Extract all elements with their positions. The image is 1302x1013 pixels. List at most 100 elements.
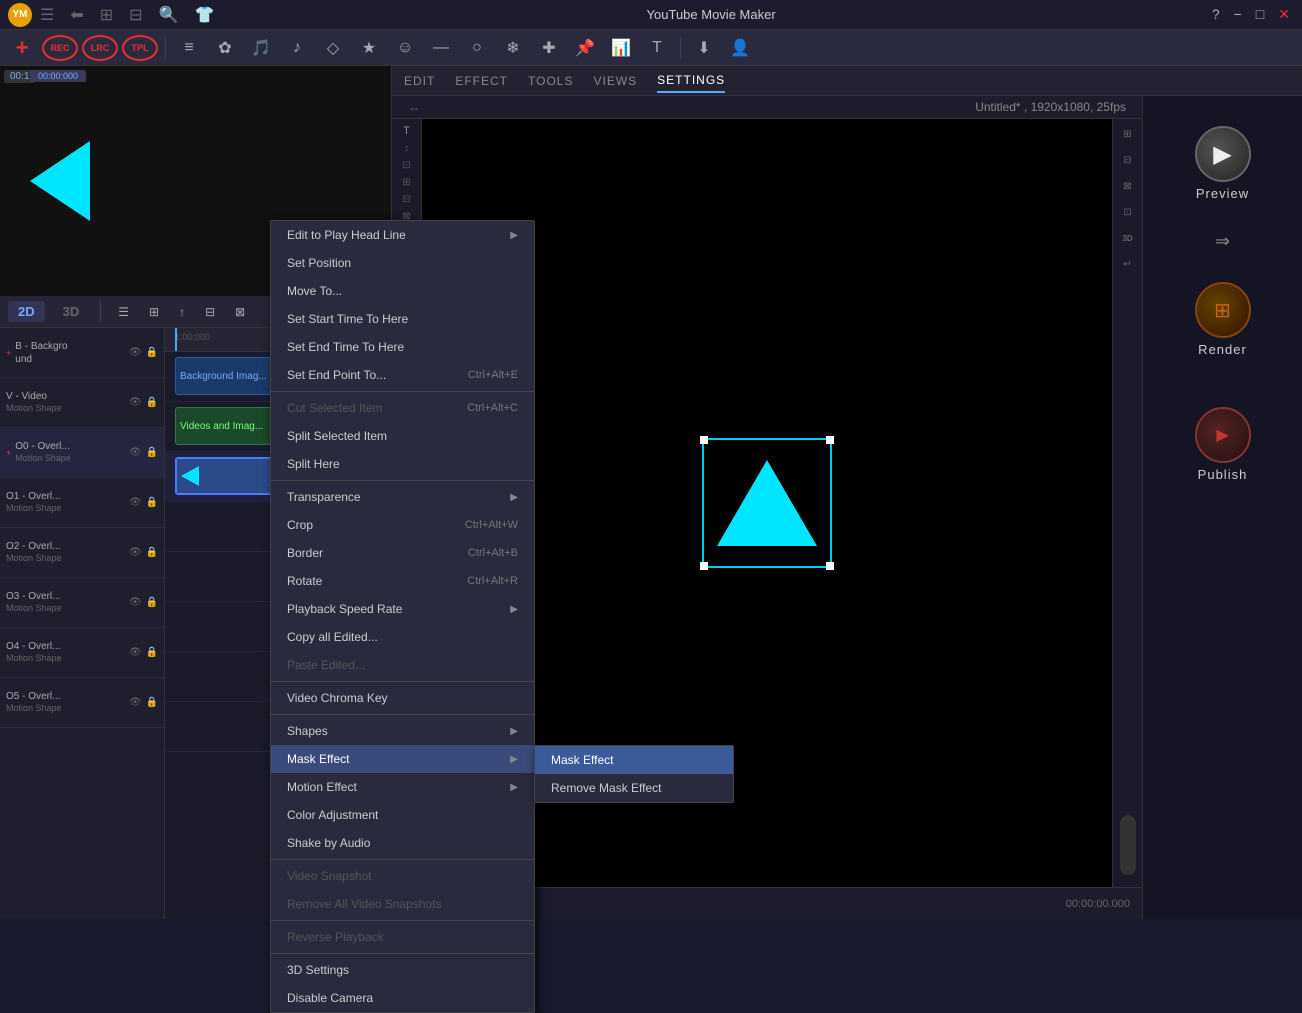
edge-grid-3[interactable]: ⊠ [1117, 175, 1139, 197]
lrc-button[interactable]: LRC [82, 35, 118, 61]
timeline-list-btn[interactable]: ☰ [112, 303, 135, 321]
maximize-btn[interactable]: □ [1252, 6, 1268, 23]
star-button[interactable]: ★ [353, 33, 385, 63]
ctx-split-selected[interactable]: Split Selected Item [271, 422, 534, 450]
circle-button[interactable]: ○ [461, 33, 493, 63]
flower-button[interactable]: ✿ [209, 33, 241, 63]
ctx-playback-speed[interactable]: Playback Speed Rate ▶ [271, 595, 534, 623]
add-track-icon[interactable]: + [6, 348, 11, 358]
eye-icon-bg[interactable]: 👁 [129, 347, 142, 358]
preview-button[interactable]: ▶ PREVIEW [1195, 126, 1251, 201]
mode-2d-btn[interactable]: 2D [8, 301, 45, 322]
arrow-right-btn[interactable]: ⇒ [1215, 231, 1230, 252]
close-btn[interactable]: ✕ [1274, 6, 1294, 23]
tool-crop[interactable]: ⊞ [402, 177, 410, 188]
edge-3d[interactable]: 3D [1117, 227, 1139, 249]
tab-views[interactable]: VIEWS [593, 70, 637, 92]
ctx-set-end[interactable]: Set End Time To Here [271, 333, 534, 361]
eye-icon-o5[interactable]: 👁 [129, 697, 142, 708]
eye-icon-v[interactable]: 👁 [129, 397, 142, 408]
ctx-set-start[interactable]: Set Start Time To Here [271, 305, 534, 333]
ctx-mask-effect[interactable]: Mask Effect ▶ Mask Effect Remove Mask Ef… [271, 745, 534, 773]
tab-tools[interactable]: TOOLS [528, 70, 573, 92]
download-button[interactable]: ⬇ [688, 33, 720, 63]
playhead[interactable] [175, 328, 177, 351]
rec-button[interactable]: REC [42, 35, 78, 61]
tab-edit[interactable]: EDIT [404, 70, 435, 92]
note-button[interactable]: ♪ [281, 33, 313, 63]
ctx-edit-to-play[interactable]: Edit to Play Head Line ▶ [271, 221, 534, 249]
eye-icon-o1[interactable]: 👁 [129, 497, 142, 508]
smiley-button[interactable]: ☺ [389, 33, 421, 63]
clip-o0[interactable] [175, 457, 275, 495]
publish-button[interactable]: ▶ PUBLISH [1195, 407, 1251, 482]
grid-icon[interactable]: ⊞ [100, 5, 113, 25]
lock-icon-o4[interactable]: 🔒 [146, 647, 158, 658]
timeline-collapse-btn[interactable]: ⊠ [229, 303, 251, 321]
add-o0-icon[interactable]: + [6, 448, 11, 458]
ctx-rotate[interactable]: Rotate Ctrl+Alt+R [271, 567, 534, 595]
tool-scale[interactable]: ⊟ [402, 194, 410, 205]
ctx-shake-audio[interactable]: Shake by Audio [271, 829, 534, 857]
ctx-crop[interactable]: Crop Ctrl+Alt+W [271, 511, 534, 539]
minimize-btn[interactable]: − [1230, 6, 1246, 23]
lock-icon-o5[interactable]: 🔒 [146, 697, 158, 708]
selected-shape-box[interactable] [702, 438, 832, 568]
eye-icon-o2[interactable]: 👁 [129, 547, 142, 558]
ctx-move-to[interactable]: Move To... [271, 277, 534, 305]
ctx-shapes[interactable]: Shapes ▶ [271, 717, 534, 745]
tool-arrow[interactable]: ↕ [404, 143, 409, 154]
add-button[interactable]: + [6, 33, 38, 63]
handle-bl[interactable] [700, 562, 708, 570]
timeline-up-btn[interactable]: ↑ [173, 303, 191, 321]
edge-grid-2[interactable]: ⊟ [1117, 149, 1139, 171]
person-button[interactable]: 👤 [724, 33, 756, 63]
ctx-split-here[interactable]: Split Here [271, 450, 534, 478]
lock-icon-bg[interactable]: 🔒 [146, 347, 158, 358]
edge-return[interactable]: ↵ [1117, 253, 1139, 275]
ctx-copy-all[interactable]: Copy all Edited... [271, 623, 534, 651]
edge-grid-1[interactable]: ⊞ [1117, 123, 1139, 145]
handle-tr[interactable] [826, 436, 834, 444]
tpl-button[interactable]: TPL [122, 35, 158, 61]
pin-button[interactable]: 📌 [569, 33, 601, 63]
plus-button[interactable]: ✚ [533, 33, 565, 63]
eye-icon-o0[interactable]: 👁 [129, 447, 142, 458]
lock-icon-o3[interactable]: 🔒 [146, 597, 158, 608]
eye-icon-o3[interactable]: 👁 [129, 597, 142, 608]
ctx-border[interactable]: Border Ctrl+Alt+B [271, 539, 534, 567]
ctx-transparence[interactable]: Transparence ▶ [271, 483, 534, 511]
eye-icon-o4[interactable]: 👁 [129, 647, 142, 658]
search-icon[interactable]: 🔍 [159, 5, 179, 25]
timeline-grid-btn[interactable]: ⊞ [143, 303, 165, 321]
lock-icon-o1[interactable]: 🔒 [146, 497, 158, 508]
lock-icon-o0[interactable]: 🔒 [146, 447, 158, 458]
menu-icon[interactable]: ☰ [40, 5, 54, 25]
ctx-video-chroma[interactable]: Video Chroma Key [271, 684, 534, 712]
handle-br[interactable] [826, 562, 834, 570]
list-button[interactable]: ≡ [173, 33, 205, 63]
sub-remove-mask[interactable]: Remove Mask Effect [535, 774, 733, 802]
help-btn[interactable]: ? [1208, 6, 1224, 23]
shirt-icon[interactable]: 👕 [194, 5, 214, 25]
lock-icon-v[interactable]: 🔒 [146, 397, 158, 408]
tool-t[interactable]: T [403, 125, 410, 137]
audio-button[interactable]: 🎵 [245, 33, 277, 63]
render-button[interactable]: ⊞ RENDER [1195, 282, 1251, 357]
snowflake-button[interactable]: ❄ [497, 33, 529, 63]
ctx-motion-effect[interactable]: Motion Effect ▶ [271, 773, 534, 801]
diamond-button[interactable]: ◇ [317, 33, 349, 63]
mode-3d-btn[interactable]: 3D [53, 301, 90, 322]
dash-button[interactable]: ― [425, 33, 457, 63]
text-button[interactable]: T [641, 33, 673, 63]
back-icon[interactable]: ⬅ [70, 5, 83, 25]
timeline-expand-btn[interactable]: ⊟ [199, 303, 221, 321]
tab-settings[interactable]: SETTINGS [657, 69, 725, 93]
sub-mask-effect[interactable]: Mask Effect [535, 746, 733, 774]
split-icon[interactable]: ⊟ [129, 5, 142, 25]
ctx-set-end-point[interactable]: Set End Point To... Ctrl+Alt+E [271, 361, 534, 389]
ctx-set-position[interactable]: Set Position [271, 249, 534, 277]
tab-effect[interactable]: EFFECT [455, 70, 508, 92]
chart-button[interactable]: 📊 [605, 33, 637, 63]
lock-icon-o2[interactable]: 🔒 [146, 547, 158, 558]
